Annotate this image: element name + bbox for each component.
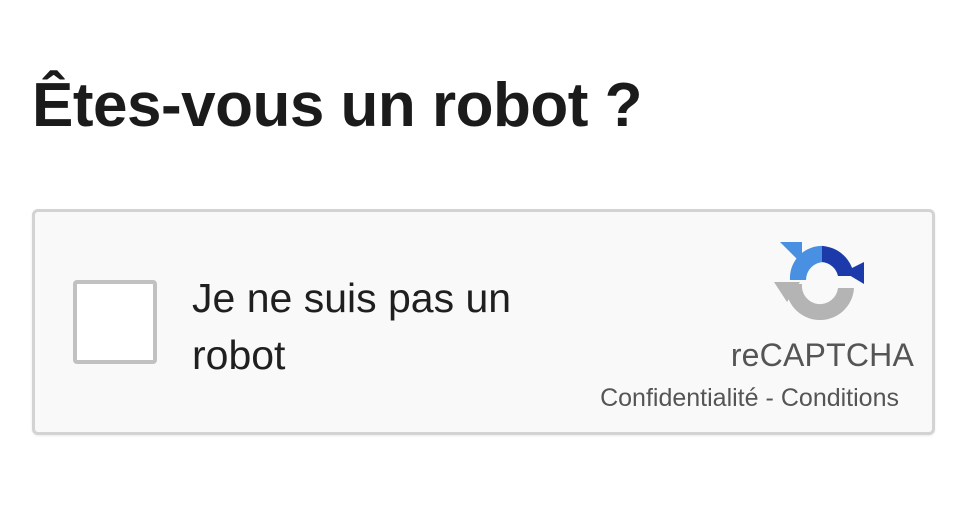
privacy-link[interactable]: Confidentialité (600, 384, 758, 412)
recaptcha-logo-icon (772, 232, 868, 328)
recaptcha-links: Confidentialité - Conditions (600, 384, 899, 413)
recaptcha-widget: Je ne suis pas un robot reCAPTCHA Confid… (32, 209, 935, 435)
page-title: Êtes-vous un robot ? (32, 71, 643, 140)
checkbox-label: Je ne suis pas un robot (192, 275, 512, 378)
recaptcha-brand: reCAPTCHA (730, 337, 914, 373)
terms-link[interactable]: Conditions (781, 384, 899, 412)
link-separator: - (765, 384, 774, 412)
not-a-robot-checkbox[interactable] (73, 280, 157, 364)
